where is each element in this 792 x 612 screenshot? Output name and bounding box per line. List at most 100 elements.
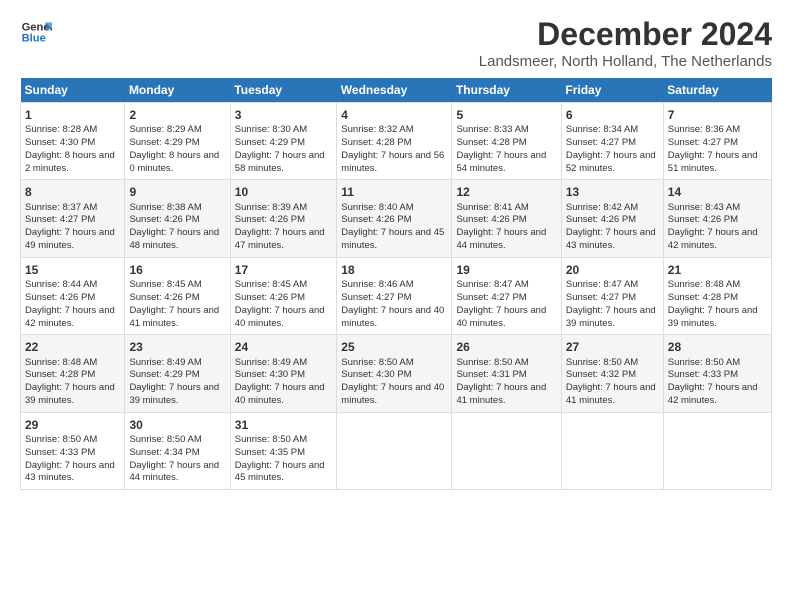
calendar-cell: 24Sunrise: 8:49 AMSunset: 4:30 PMDayligh… bbox=[230, 335, 337, 412]
day-number: 17 bbox=[235, 262, 333, 278]
daylight-label: Daylight: 7 hours and 39 minutes. bbox=[25, 382, 115, 406]
sunrise-label: Sunrise: 8:45 AM bbox=[129, 279, 201, 290]
day-number: 31 bbox=[235, 417, 333, 433]
daylight-label: Daylight: 7 hours and 40 minutes. bbox=[235, 382, 325, 406]
calendar-cell: 6Sunrise: 8:34 AMSunset: 4:27 PMDaylight… bbox=[561, 103, 663, 180]
daylight-label: Daylight: 7 hours and 42 minutes. bbox=[668, 227, 758, 251]
day-number: 14 bbox=[668, 184, 767, 200]
sunrise-label: Sunrise: 8:34 AM bbox=[566, 124, 638, 135]
daylight-label: Daylight: 8 hours and 2 minutes. bbox=[25, 150, 115, 174]
calendar-cell: 5Sunrise: 8:33 AMSunset: 4:28 PMDaylight… bbox=[452, 103, 561, 180]
svg-text:Blue: Blue bbox=[22, 33, 46, 45]
daylight-label: Daylight: 7 hours and 52 minutes. bbox=[566, 150, 656, 174]
day-number: 19 bbox=[456, 262, 556, 278]
daylight-label: Daylight: 7 hours and 43 minutes. bbox=[25, 460, 115, 484]
sunset-label: Sunset: 4:32 PM bbox=[566, 369, 636, 380]
day-number: 26 bbox=[456, 339, 556, 355]
day-number: 25 bbox=[341, 339, 447, 355]
sunset-label: Sunset: 4:27 PM bbox=[456, 292, 526, 303]
sunrise-label: Sunrise: 8:46 AM bbox=[341, 279, 413, 290]
sunrise-label: Sunrise: 8:43 AM bbox=[668, 202, 740, 213]
daylight-label: Daylight: 7 hours and 45 minutes. bbox=[235, 460, 325, 484]
calendar-cell: 30Sunrise: 8:50 AMSunset: 4:34 PMDayligh… bbox=[125, 412, 230, 489]
daylight-label: Daylight: 7 hours and 39 minutes. bbox=[566, 305, 656, 329]
sunrise-label: Sunrise: 8:47 AM bbox=[566, 279, 638, 290]
day-number: 20 bbox=[566, 262, 659, 278]
sunset-label: Sunset: 4:26 PM bbox=[341, 214, 411, 225]
sunset-label: Sunset: 4:30 PM bbox=[341, 369, 411, 380]
calendar-cell: 20Sunrise: 8:47 AMSunset: 4:27 PMDayligh… bbox=[561, 257, 663, 334]
day-number: 27 bbox=[566, 339, 659, 355]
logo: General Blue bbox=[20, 16, 52, 48]
sunset-label: Sunset: 4:26 PM bbox=[668, 214, 738, 225]
sunset-label: Sunset: 4:27 PM bbox=[668, 137, 738, 148]
col-monday: Monday bbox=[125, 78, 230, 103]
day-number: 11 bbox=[341, 184, 447, 200]
calendar-cell: 19Sunrise: 8:47 AMSunset: 4:27 PMDayligh… bbox=[452, 257, 561, 334]
daylight-label: Daylight: 7 hours and 40 minutes. bbox=[341, 382, 444, 406]
calendar-cell: 22Sunrise: 8:48 AMSunset: 4:28 PMDayligh… bbox=[21, 335, 125, 412]
daylight-label: Daylight: 7 hours and 48 minutes. bbox=[129, 227, 219, 251]
sunset-label: Sunset: 4:26 PM bbox=[129, 292, 199, 303]
calendar-cell: 26Sunrise: 8:50 AMSunset: 4:31 PMDayligh… bbox=[452, 335, 561, 412]
daylight-label: Daylight: 7 hours and 40 minutes. bbox=[341, 305, 444, 329]
daylight-label: Daylight: 7 hours and 40 minutes. bbox=[235, 305, 325, 329]
sunset-label: Sunset: 4:34 PM bbox=[129, 447, 199, 458]
daylight-label: Daylight: 7 hours and 39 minutes. bbox=[668, 305, 758, 329]
calendar-cell: 8Sunrise: 8:37 AMSunset: 4:27 PMDaylight… bbox=[21, 180, 125, 257]
calendar-cell: 21Sunrise: 8:48 AMSunset: 4:28 PMDayligh… bbox=[663, 257, 771, 334]
sunset-label: Sunset: 4:33 PM bbox=[25, 447, 95, 458]
day-number: 5 bbox=[456, 107, 556, 123]
sunrise-label: Sunrise: 8:44 AM bbox=[25, 279, 97, 290]
daylight-label: Daylight: 7 hours and 44 minutes. bbox=[456, 227, 546, 251]
daylight-label: Daylight: 7 hours and 42 minutes. bbox=[668, 382, 758, 406]
subtitle: Landsmeer, North Holland, The Netherland… bbox=[479, 53, 772, 70]
col-saturday: Saturday bbox=[663, 78, 771, 103]
day-number: 9 bbox=[129, 184, 225, 200]
day-number: 30 bbox=[129, 417, 225, 433]
logo-icon: General Blue bbox=[20, 16, 52, 48]
calendar-cell: 28Sunrise: 8:50 AMSunset: 4:33 PMDayligh… bbox=[663, 335, 771, 412]
daylight-label: Daylight: 7 hours and 39 minutes. bbox=[129, 382, 219, 406]
sunset-label: Sunset: 4:29 PM bbox=[235, 137, 305, 148]
daylight-label: Daylight: 7 hours and 56 minutes. bbox=[341, 150, 444, 174]
daylight-label: Daylight: 7 hours and 41 minutes. bbox=[456, 382, 546, 406]
calendar-cell: 25Sunrise: 8:50 AMSunset: 4:30 PMDayligh… bbox=[337, 335, 452, 412]
calendar-table: Sunday Monday Tuesday Wednesday Thursday… bbox=[20, 78, 772, 490]
calendar-cell: 16Sunrise: 8:45 AMSunset: 4:26 PMDayligh… bbox=[125, 257, 230, 334]
sunrise-label: Sunrise: 8:37 AM bbox=[25, 202, 97, 213]
daylight-label: Daylight: 7 hours and 51 minutes. bbox=[668, 150, 758, 174]
day-number: 23 bbox=[129, 339, 225, 355]
sunset-label: Sunset: 4:27 PM bbox=[566, 137, 636, 148]
calendar-cell: 11Sunrise: 8:40 AMSunset: 4:26 PMDayligh… bbox=[337, 180, 452, 257]
day-number: 4 bbox=[341, 107, 447, 123]
daylight-label: Daylight: 7 hours and 40 minutes. bbox=[456, 305, 546, 329]
sunset-label: Sunset: 4:35 PM bbox=[235, 447, 305, 458]
calendar-cell: 4Sunrise: 8:32 AMSunset: 4:28 PMDaylight… bbox=[337, 103, 452, 180]
day-number: 21 bbox=[668, 262, 767, 278]
header-row: Sunday Monday Tuesday Wednesday Thursday… bbox=[21, 78, 772, 103]
day-number: 8 bbox=[25, 184, 120, 200]
calendar-cell: 27Sunrise: 8:50 AMSunset: 4:32 PMDayligh… bbox=[561, 335, 663, 412]
calendar-cell bbox=[561, 412, 663, 489]
daylight-label: Daylight: 7 hours and 41 minutes. bbox=[566, 382, 656, 406]
calendar-cell bbox=[337, 412, 452, 489]
calendar-cell: 23Sunrise: 8:49 AMSunset: 4:29 PMDayligh… bbox=[125, 335, 230, 412]
calendar-cell: 2Sunrise: 8:29 AMSunset: 4:29 PMDaylight… bbox=[125, 103, 230, 180]
header: General Blue December 2024 Landsmeer, No… bbox=[20, 16, 772, 70]
sunset-label: Sunset: 4:26 PM bbox=[566, 214, 636, 225]
calendar-cell: 9Sunrise: 8:38 AMSunset: 4:26 PMDaylight… bbox=[125, 180, 230, 257]
calendar-cell: 13Sunrise: 8:42 AMSunset: 4:26 PMDayligh… bbox=[561, 180, 663, 257]
sunset-label: Sunset: 4:31 PM bbox=[456, 369, 526, 380]
sunrise-label: Sunrise: 8:50 AM bbox=[25, 434, 97, 445]
col-wednesday: Wednesday bbox=[337, 78, 452, 103]
title-block: December 2024 Landsmeer, North Holland, … bbox=[479, 16, 772, 70]
day-number: 1 bbox=[25, 107, 120, 123]
calendar-cell: 7Sunrise: 8:36 AMSunset: 4:27 PMDaylight… bbox=[663, 103, 771, 180]
sunrise-label: Sunrise: 8:50 AM bbox=[129, 434, 201, 445]
sunrise-label: Sunrise: 8:28 AM bbox=[25, 124, 97, 135]
day-number: 16 bbox=[129, 262, 225, 278]
daylight-label: Daylight: 7 hours and 54 minutes. bbox=[456, 150, 546, 174]
calendar-cell: 10Sunrise: 8:39 AMSunset: 4:26 PMDayligh… bbox=[230, 180, 337, 257]
calendar-cell: 3Sunrise: 8:30 AMSunset: 4:29 PMDaylight… bbox=[230, 103, 337, 180]
